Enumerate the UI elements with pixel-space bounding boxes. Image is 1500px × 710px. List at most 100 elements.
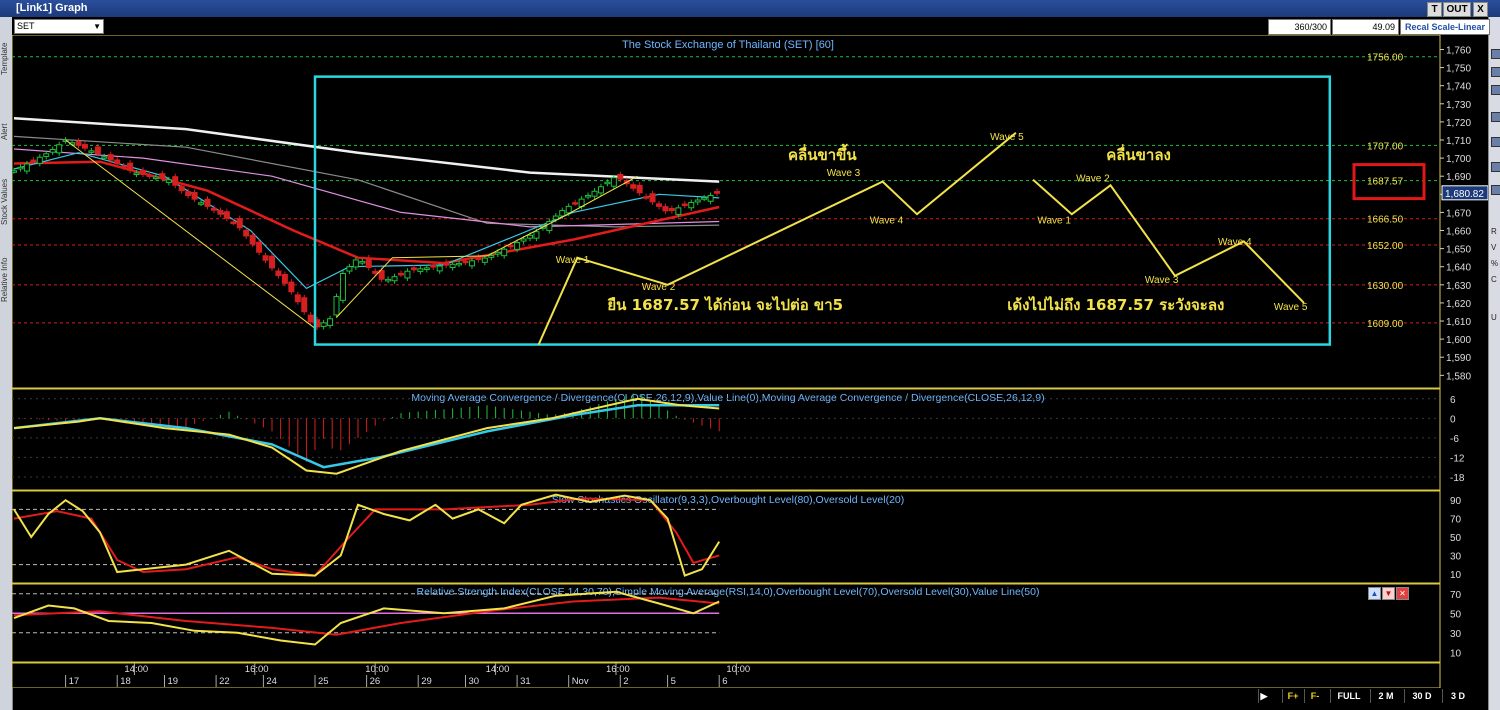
y-tick-label: 1,670 [1446,208,1471,219]
candle-body [410,267,417,271]
close-icon[interactable]: ✕ [1396,587,1409,600]
level-label: 1707.00 [1367,141,1404,152]
full-range-button[interactable]: FULL [1330,689,1367,703]
macd-title: Moving Average Convergence / Divergence(… [411,392,1044,404]
wave-label: Wave 4 [1218,237,1252,248]
candle-body [36,156,43,164]
left-tab-template[interactable]: Template [0,31,11,86]
candle-body [56,144,63,154]
candle-body [204,198,211,207]
candle-body [385,278,392,282]
wave-label: Wave 2 [1076,174,1110,185]
candle-body [294,294,301,303]
x-date-label: 24 [266,676,277,687]
y-tick-label: 1,720 [1446,118,1471,129]
uptrend-title: คลื่นขาขึ้น [788,143,857,164]
window-out-button[interactable]: OUT [1443,2,1471,17]
y-tick-label: 1,580 [1446,371,1471,382]
candle-body [681,203,688,207]
candle-body [210,207,217,211]
chart-canvas[interactable]: The Stock Exchange of Thailand (SET) [60… [12,35,1488,688]
candle-body [127,162,134,171]
y-tick-label: 1,660 [1446,227,1471,238]
candle-body [30,159,37,163]
candle-body [365,257,372,268]
candle-body [565,205,572,214]
level-label: 1609.00 [1367,319,1404,330]
panel-icon[interactable] [1491,137,1500,147]
candle-body [307,314,314,323]
left-tab-alert[interactable]: Alert [0,112,11,152]
candle-body [449,263,456,268]
level-label: 1687.57 [1367,177,1404,188]
candle-body [675,207,682,215]
candle-body [23,163,30,172]
y-tick-label: 90 [1450,496,1462,507]
panel-icon[interactable] [1491,185,1500,195]
candle-body [656,203,662,207]
uptrend-note: ยืน 1687.57 ได้ก่อน จะไปต่อ ขา5 [607,295,843,314]
x-date-label: 22 [219,676,230,687]
y-tick-label: 1,700 [1446,154,1471,165]
arrow-up-icon[interactable]: ▲ [1368,587,1381,600]
wave-label: Wave 2 [642,282,676,293]
panel-label: U [1491,313,1497,322]
candle-body [488,255,495,258]
candle-body [423,267,430,270]
chart-toolbar: SET ▼ 360/300 49.09 Recal Scale-Linear [12,17,1490,35]
range-2m-button[interactable]: 2 M [1370,689,1401,703]
range-3d-button[interactable]: 3 D [1442,689,1473,703]
downtrend-title: คลื่นขาลง [1106,144,1171,164]
last-price-label: 1,680.82 [1445,189,1484,200]
window-titlebar: [Link1] Graph T OUT X [0,0,1500,17]
x-time-label: 16:00 [245,664,269,675]
scroll-right-icon[interactable]: ▶ [1258,689,1269,703]
candle-body [443,261,450,266]
panel-icon[interactable] [1491,112,1500,122]
wave-label: Wave 1 [556,255,590,266]
chevron-down-icon[interactable]: ▼ [93,20,101,33]
symbol-select[interactable]: SET ▼ [14,19,104,34]
panel-icon[interactable] [1491,49,1500,59]
right-side-panel: R V % C U [1488,17,1500,710]
y-tick-label: -18 [1450,473,1465,484]
panel-icon[interactable] [1491,162,1500,172]
y-tick-label: 10 [1450,570,1462,581]
x-date-label: 5 [671,676,676,687]
candle-body [172,176,179,186]
zoom-in-button[interactable]: F+ [1282,689,1303,703]
wave-label: Wave 4 [870,215,904,226]
left-tab-relative-info[interactable]: Relative Info [0,245,11,315]
range-30d-button[interactable]: 30 D [1404,689,1439,703]
candle-body [320,322,327,327]
window-t-button[interactable]: T [1427,2,1442,17]
candle-body [346,266,353,272]
candle-body [514,242,521,250]
x-date-label: 18 [120,676,131,687]
candle-body [191,192,198,200]
y-tick-label: 1,640 [1446,263,1471,274]
panel-icon[interactable] [1491,85,1500,95]
recal-scale-button[interactable]: Recal Scale-Linear [1400,19,1490,35]
candle-body [404,270,411,279]
candle-body [217,209,224,215]
zoom-out-button[interactable]: F- [1304,689,1325,703]
candle-body [481,257,488,263]
candle-body [165,179,172,183]
arrow-down-icon[interactable]: ▼ [1382,587,1395,600]
value-field: 49.09 [1332,19,1399,35]
y-tick-label: 10 [1450,648,1462,659]
candle-body [430,264,437,268]
candle-body [49,148,56,153]
panel-icon[interactable] [1491,67,1500,77]
y-tick-label: 1,630 [1446,281,1471,292]
y-tick-label: 1,750 [1446,64,1471,75]
candle-body [494,251,501,255]
candle-body [256,241,263,253]
panel-label: % [1491,259,1499,268]
candle-body [178,186,185,192]
candle-body [17,166,24,170]
left-tab-stock-values[interactable]: Stock Values [0,167,11,237]
candle-body [140,169,146,175]
window-close-button[interactable]: X [1473,2,1488,17]
